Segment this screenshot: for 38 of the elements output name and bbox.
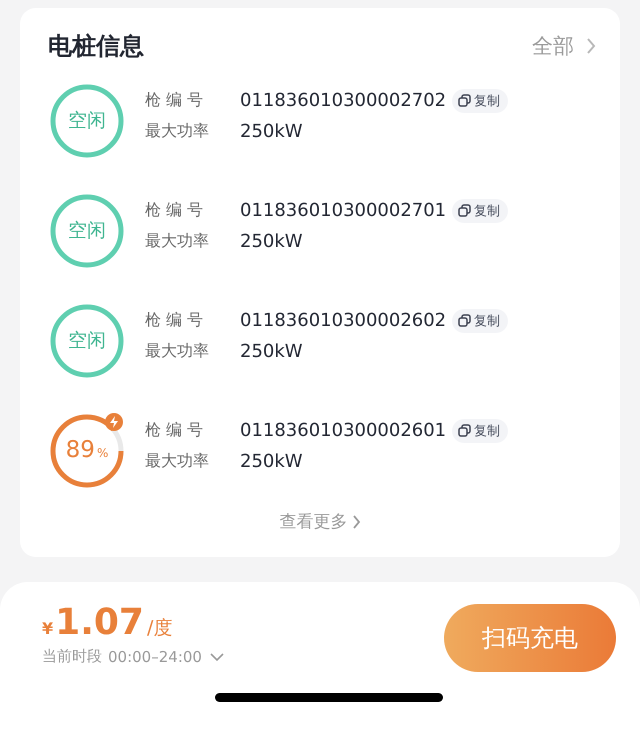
section-title: 电桩信息 xyxy=(48,31,144,62)
copy-icon xyxy=(458,314,472,327)
price: 1.07 xyxy=(55,602,144,643)
copy-icon xyxy=(458,204,472,217)
copy-button[interactable]: 复制 xyxy=(452,418,508,442)
price-unit: /度 xyxy=(146,616,172,641)
charge-percent: 89 xyxy=(66,437,95,463)
percent-sign: % xyxy=(96,446,108,460)
copy-icon xyxy=(458,424,472,437)
gun-number-label: 枪 编 号 xyxy=(145,310,204,331)
currency-sign: ¥ xyxy=(42,619,54,638)
status-text: 空闲 xyxy=(68,220,106,242)
power-label: 最大功率 xyxy=(145,340,210,362)
chevron-icon xyxy=(352,514,360,530)
period-label: 当前时段 xyxy=(42,647,102,666)
power-value: 250kW xyxy=(240,450,303,472)
gun-number: 011836010300002702 xyxy=(240,90,446,111)
power-value: 250kW xyxy=(240,120,303,142)
lightning-icon xyxy=(105,413,123,431)
gun-number: 011836010300002701 xyxy=(240,200,446,221)
gun-number: 011836010300002601 xyxy=(240,420,446,441)
copy-button[interactable]: 复制 xyxy=(452,308,508,332)
gun-number-label: 枪 编 号 xyxy=(145,90,204,111)
power-value: 250kW xyxy=(240,340,303,362)
power-label: 最大功率 xyxy=(145,230,210,252)
power-value: 250kW xyxy=(240,230,303,252)
copy-icon xyxy=(458,94,472,107)
gun-number-label: 枪 编 号 xyxy=(145,200,204,221)
power-label: 最大功率 xyxy=(145,120,210,142)
status-text: 空闲 xyxy=(68,110,106,132)
dropdown-icon xyxy=(210,652,224,662)
copy-button[interactable]: 复制 xyxy=(452,198,508,222)
copy-button[interactable]: 复制 xyxy=(452,88,508,112)
gun-number: 011836010300002602 xyxy=(240,310,446,331)
gun-number-label: 枪 编 号 xyxy=(145,420,204,441)
power-label: 最大功率 xyxy=(145,450,210,472)
chevron-icon xyxy=(586,37,596,55)
status-text: 空闲 xyxy=(68,330,106,352)
